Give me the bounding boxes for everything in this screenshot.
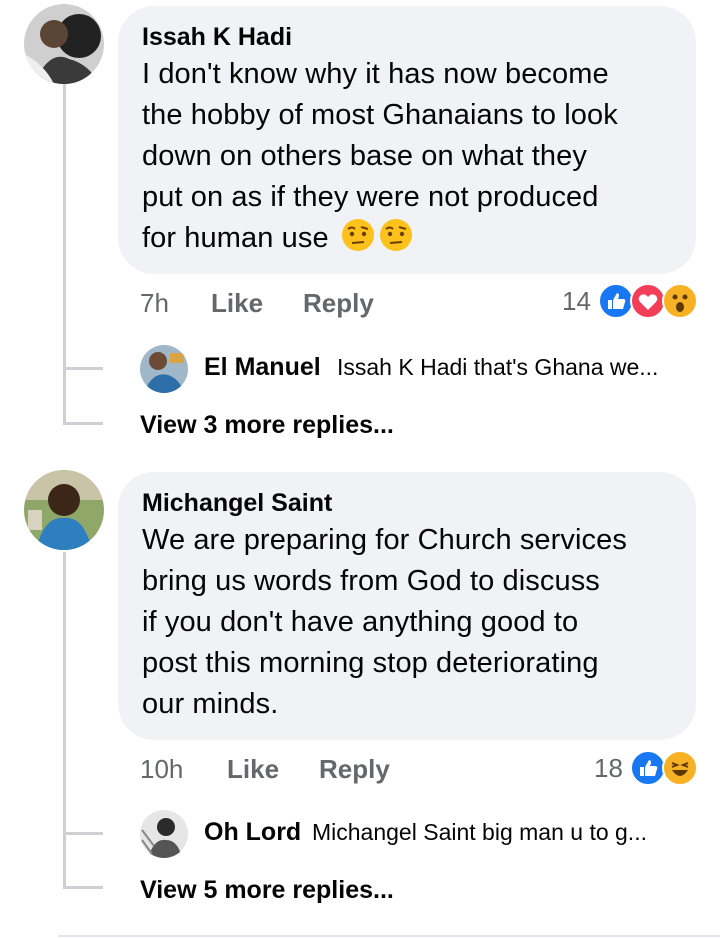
reply-snippet: Issah K Hadi that's Ghana we... [337,354,659,380]
raised-eyebrow-emoji [379,219,412,251]
like-reaction-icon [598,283,634,319]
comment-text-line: post this morning stop deteriorating [142,647,599,679]
haha-reaction-icon [662,750,698,786]
like-button[interactable]: Like [211,288,263,319]
view-more-replies[interactable]: View 5 more replies... [140,876,394,905]
avatar[interactable] [140,810,188,858]
reply-preview[interactable]: El Manuel Issah K Hadi that's Ghana we..… [140,345,700,395]
comment-text-line: I don't know why it has now become [142,58,609,90]
reply-button[interactable]: Reply [303,288,374,319]
comment-bubble: Issah K Hadi I don't know why it has now… [118,6,696,274]
thread-branch [63,832,103,835]
comment-time[interactable]: 10h [140,754,183,785]
comment-text-line: our minds. [142,688,279,720]
love-reaction-icon [630,283,666,319]
reply-author[interactable]: El Manuel [204,353,321,382]
thread-branch [63,886,103,889]
comment-author[interactable]: Issah K Hadi [142,20,670,54]
comment-text-line: the hobby of most Ghanaians to look [142,99,618,131]
thread-branch [63,367,103,370]
reaction-count: 18 [594,753,623,783]
reply-snippet: Michangel Saint big man u to g... [312,819,647,845]
wow-reaction-icon [662,283,698,319]
reply-button[interactable]: Reply [319,754,390,785]
reply-preview[interactable]: Oh Lord Michangel Saint big man u to g..… [140,810,700,860]
comment-text-line: We are preparing for Church services [142,524,627,556]
comment-author[interactable]: Michangel Saint [142,486,670,520]
avatar[interactable] [140,345,188,393]
avatar[interactable] [24,4,104,84]
reaction-summary[interactable]: 18 [592,750,702,786]
comment-text-line: if you don't have anything good to [142,606,579,638]
comment-time[interactable]: 7h [140,288,169,319]
raised-eyebrow-emoji [341,219,374,251]
view-more-replies[interactable]: View 3 more replies... [140,411,394,440]
avatar[interactable] [24,470,104,550]
thread-line [63,82,66,422]
bottom-divider [58,935,720,937]
comment-bubble: Michangel Saint We are preparing for Chu… [118,472,696,740]
comment-text-line: for human use [142,218,670,259]
reaction-count: 14 [562,286,591,316]
reply-author[interactable]: Oh Lord [204,818,301,847]
comment-text-line: bring us words from God to discuss [142,565,600,597]
comment-text-line: down on others base on what they [142,140,587,172]
comment-text-line: put on as if they were not produced [142,181,599,213]
thread-line [63,552,66,888]
thread-branch [63,422,103,425]
like-reaction-icon [630,750,666,786]
reaction-summary[interactable]: 14 [560,283,700,319]
like-button[interactable]: Like [227,754,279,785]
